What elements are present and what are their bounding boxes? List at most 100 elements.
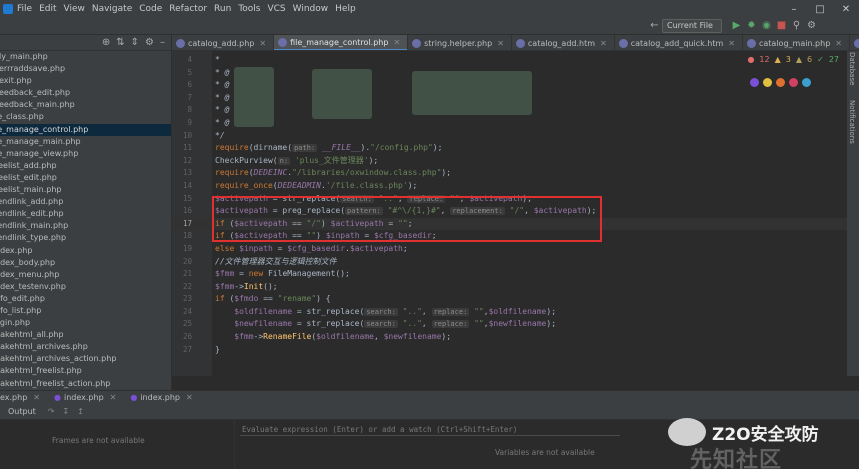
editor-tab[interactable]: catalog_add.php ✕	[172, 35, 275, 50]
debug-tab[interactable]: ● index.php ✕	[130, 393, 192, 402]
editor-tab[interactable]: catalog_main.php ✕	[743, 35, 850, 50]
project-file-item[interactable]: nakehtml_archives.php	[0, 341, 171, 353]
chrome-icon[interactable]	[763, 78, 772, 87]
opera-icon[interactable]	[789, 78, 798, 87]
coverage-icon[interactable]: ◉	[761, 20, 772, 31]
editor-tab[interactable]: string.helper.php ✕	[408, 35, 512, 50]
step-into-icon[interactable]: ↧	[63, 407, 70, 416]
menu-navigate[interactable]: Navigate	[92, 4, 132, 14]
settings-icon[interactable]: ⚙	[806, 20, 817, 31]
variables-empty-text: Variables are not available	[495, 448, 595, 457]
hide-panel-icon[interactable]: –	[160, 37, 165, 48]
project-file-item[interactable]: ndex_menu.php	[0, 269, 171, 281]
project-file-item[interactable]: nakehtml_freelist.php	[0, 365, 171, 377]
project-file-item[interactable]: _eedback_edit.php	[0, 87, 171, 99]
project-file-item[interactable]: iendlink_edit.php	[0, 208, 171, 220]
warning-icon: ▲	[774, 55, 781, 64]
search-icon[interactable]: ⚲	[791, 20, 802, 31]
line-number: 22	[182, 281, 192, 291]
editor-tab[interactable]: catalog_add_quick.htm ✕	[615, 35, 743, 50]
maximize-icon[interactable]: □	[807, 0, 833, 18]
project-file-item[interactable]: iendlink_type.php	[0, 232, 171, 244]
output-tab[interactable]: Output	[8, 407, 36, 416]
editor-tab[interactable]: typeun✕	[850, 35, 859, 50]
highlight-annotation-box	[212, 196, 602, 242]
project-file-item[interactable]: ndex_body.php	[0, 257, 171, 269]
project-file-item[interactable]: _eedback_main.php	[0, 99, 171, 111]
project-file-item[interactable]: nakehtml_archives_action.php	[0, 353, 171, 365]
close-tab-icon[interactable]: ✕	[728, 39, 735, 48]
project-file-item[interactable]: nakehtml_freelist_action.php	[0, 378, 171, 390]
step-out-icon[interactable]: ↥	[77, 407, 84, 416]
project-file-item[interactable]: ogin.php	[0, 317, 171, 329]
expand-all-icon[interactable]: ⇅	[116, 37, 124, 48]
menu-help[interactable]: Help	[335, 4, 356, 14]
gear-icon[interactable]: ⚙	[145, 37, 154, 48]
menu-code[interactable]: Code	[139, 4, 162, 14]
line-number: 4	[187, 55, 192, 64]
project-file-item[interactable]: reelist_main.php	[0, 184, 171, 196]
project-file-item[interactable]: nakehtml_all.php	[0, 329, 171, 341]
php-file-icon	[853, 38, 859, 48]
editor-tab[interactable]: catalog_add.htm ✕	[512, 35, 615, 50]
close-icon[interactable]: ✕	[833, 0, 859, 18]
menu-tools[interactable]: Tools	[238, 4, 260, 14]
menu-edit[interactable]: Edit	[39, 4, 56, 14]
project-file-item[interactable]: le_manage_view.php	[0, 148, 171, 160]
error-icon: ●	[747, 55, 755, 64]
close-tab-icon[interactable]: ✕	[393, 38, 400, 47]
line-number: 9	[187, 117, 192, 127]
project-file-item[interactable]: le_class.php	[0, 111, 171, 123]
line-number: 12	[182, 155, 192, 165]
collapse-all-icon[interactable]: ⇕	[131, 37, 139, 48]
evaluate-expression-input[interactable]: Evaluate expression (Enter) or add a wat…	[240, 423, 620, 436]
line-number: 18	[182, 231, 192, 241]
inspection-widget[interactable]: ● 12 ▲ 3 ▲ 6 ✓ 27	[747, 55, 839, 64]
close-tab-icon[interactable]: ✕	[497, 39, 504, 48]
project-file-item[interactable]: nfo_list.php	[0, 305, 171, 317]
stop-icon[interactable]: ■	[776, 20, 787, 31]
debug-tab[interactable]: ex.php ✕	[0, 393, 40, 402]
project-file-item[interactable]: iendlink_main.php	[0, 220, 171, 232]
code-editor[interactable]: 4 * 5 * @ 6 * @ 7 * @ 8 * @ 9 * @ 10 */ 11 requi…	[172, 51, 847, 376]
phpstorm-icon[interactable]	[750, 78, 759, 87]
close-tab-icon[interactable]: ✕	[259, 39, 266, 48]
project-file-item[interactable]: iendlink_add.php	[0, 196, 171, 208]
menu-refactor[interactable]: Refactor	[169, 4, 207, 14]
project-panel-toolbar: ⊕ ⇅ ⇕ ⚙ –	[0, 35, 171, 51]
project-file-item[interactable]: _errraddsave.php	[0, 63, 171, 75]
browser-preview-icons	[750, 78, 811, 87]
back-arrow-icon[interactable]: ←	[649, 20, 660, 31]
project-file-item[interactable]: reelist_add.php	[0, 160, 171, 172]
menu-view[interactable]: View	[64, 4, 85, 14]
menu-file[interactable]: File	[17, 4, 32, 14]
project-file-item[interactable]: le_manage_control.php	[0, 123, 171, 136]
project-file-item[interactable]: nfo_edit.php	[0, 293, 171, 305]
minimize-icon[interactable]: –	[781, 0, 807, 18]
project-file-item[interactable]: ndex_testenv.php	[0, 281, 171, 293]
line-number: 10	[182, 130, 192, 140]
menu-run[interactable]: Run	[214, 4, 231, 14]
php-file-icon	[278, 37, 288, 47]
project-file-item[interactable]: _ly_main.php	[0, 51, 171, 63]
step-over-icon[interactable]: ↷	[48, 407, 55, 416]
project-file-item[interactable]: ndex.php	[0, 245, 171, 257]
close-tab-icon[interactable]: ✕	[835, 39, 842, 48]
debug-tab[interactable]: ● index.php ✕	[54, 393, 116, 402]
debug-icon[interactable]: ✹	[746, 20, 757, 31]
database-tool-tab[interactable]: Database	[848, 52, 856, 85]
menu-vcs[interactable]: VCS	[267, 4, 285, 14]
firefox-icon[interactable]	[776, 78, 785, 87]
run-icon[interactable]: ▶	[731, 20, 742, 31]
locate-icon[interactable]: ⊕	[102, 37, 110, 48]
project-file-item[interactable]: le_manage_main.php	[0, 136, 171, 148]
editor-tab-bar: catalog_add.php ✕ file_manage_control.php ✕…	[172, 35, 859, 51]
edge-icon[interactable]	[802, 78, 811, 87]
run-configuration-select[interactable]: Current File	[662, 19, 722, 33]
editor-tab[interactable]: file_manage_control.php ✕	[274, 35, 409, 50]
project-file-item[interactable]: _exit.php	[0, 75, 171, 87]
close-tab-icon[interactable]: ✕	[600, 39, 607, 48]
project-file-item[interactable]: reelist_edit.php	[0, 172, 171, 184]
notifications-tool-tab[interactable]: Notifications	[848, 100, 856, 144]
menu-window[interactable]: Window	[293, 4, 329, 14]
